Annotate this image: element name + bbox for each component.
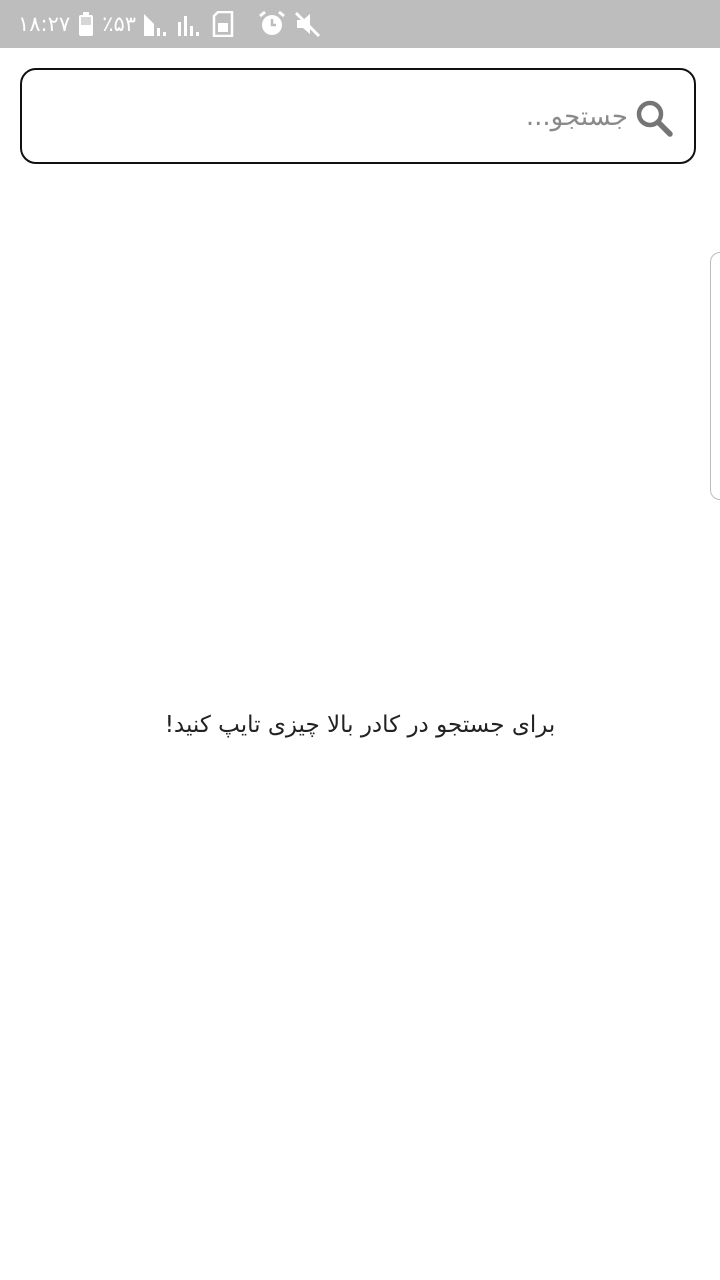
search-icon[interactable] [634,98,674,138]
status-time: ۱۸:۲۷ [18,12,71,36]
search-box[interactable] [20,68,696,164]
empty-state-message: برای جستجو در کادر بالا چیزی تایپ کنید! [164,712,556,738]
edge-panel-handle[interactable] [710,252,720,500]
alarm-icon [258,10,286,38]
status-bar-left: ۱۸:۲۷ ٪۵۳ [18,0,322,48]
search-input[interactable] [68,92,628,142]
battery-percent: ٪۵۳ [102,12,137,36]
status-bar: ۱۸:۲۷ ٪۵۳ [0,0,720,48]
mute-icon [294,10,322,38]
battery-icon [78,12,94,36]
signal-icon [144,12,170,36]
signal-icon [178,12,204,36]
sim-icon [212,11,234,37]
